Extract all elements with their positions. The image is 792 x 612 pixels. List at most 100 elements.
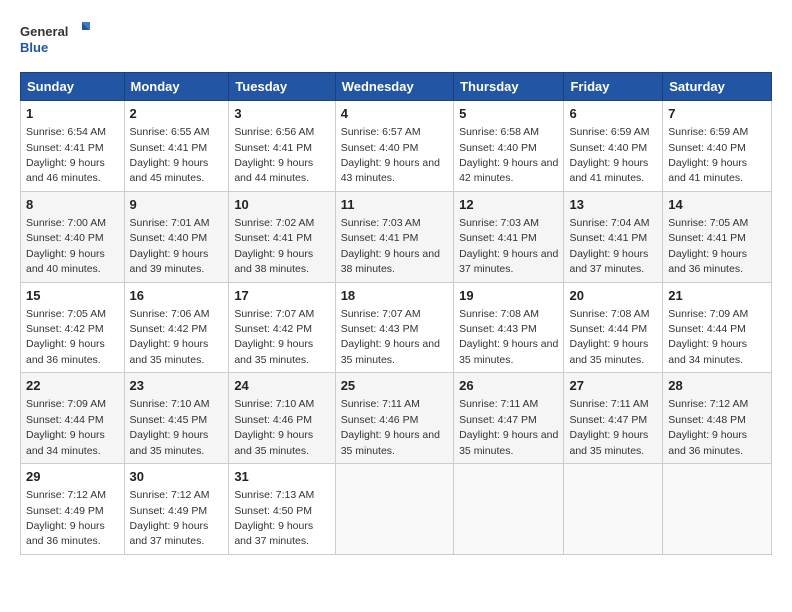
day-info: Sunrise: 7:13 AMSunset: 4:50 PMDaylight:… — [234, 489, 314, 547]
day-number: 2 — [130, 105, 224, 123]
calendar-week-row: 29 Sunrise: 7:12 AMSunset: 4:49 PMDayligh… — [21, 464, 772, 555]
calendar-cell: 18 Sunrise: 7:07 AMSunset: 4:43 PMDayligh… — [335, 282, 453, 373]
column-header-tuesday: Tuesday — [229, 73, 335, 101]
day-number: 1 — [26, 105, 119, 123]
calendar-week-row: 1 Sunrise: 6:54 AMSunset: 4:41 PMDaylight… — [21, 101, 772, 192]
calendar-cell: 26 Sunrise: 7:11 AMSunset: 4:47 PMDayligh… — [454, 373, 564, 464]
column-header-sunday: Sunday — [21, 73, 125, 101]
day-info: Sunrise: 7:00 AMSunset: 4:40 PMDaylight:… — [26, 217, 106, 275]
calendar-cell: 24 Sunrise: 7:10 AMSunset: 4:46 PMDayligh… — [229, 373, 335, 464]
calendar-cell: 4 Sunrise: 6:57 AMSunset: 4:40 PMDaylight… — [335, 101, 453, 192]
day-info: Sunrise: 7:07 AMSunset: 4:43 PMDaylight:… — [341, 308, 440, 366]
day-info: Sunrise: 7:11 AMSunset: 4:47 PMDaylight:… — [459, 398, 558, 456]
column-header-friday: Friday — [564, 73, 663, 101]
calendar-cell: 16Sunrise: 7:06 AMSunset: 4:42 PMDayligh… — [124, 282, 229, 373]
day-info: Sunrise: 7:11 AMSunset: 4:47 PMDaylight:… — [569, 398, 648, 456]
day-number: 4 — [341, 105, 448, 123]
calendar-cell: 6 Sunrise: 6:59 AMSunset: 4:40 PMDaylight… — [564, 101, 663, 192]
day-info: Sunrise: 7:04 AMSunset: 4:41 PMDaylight:… — [569, 217, 649, 275]
column-header-thursday: Thursday — [454, 73, 564, 101]
day-number: 17 — [234, 287, 329, 305]
day-info: Sunrise: 7:10 AMSunset: 4:46 PMDaylight:… — [234, 398, 314, 456]
calendar-table: SundayMondayTuesdayWednesdayThursdayFrid… — [20, 72, 772, 555]
day-info: Sunrise: 7:12 AMSunset: 4:48 PMDaylight:… — [668, 398, 748, 456]
calendar-cell: 23Sunrise: 7:10 AMSunset: 4:45 PMDayligh… — [124, 373, 229, 464]
column-header-wednesday: Wednesday — [335, 73, 453, 101]
day-number: 21 — [668, 287, 766, 305]
calendar-cell: 13 Sunrise: 7:04 AMSunset: 4:41 PMDayligh… — [564, 191, 663, 282]
day-info: Sunrise: 7:07 AMSunset: 4:42 PMDaylight:… — [234, 308, 314, 366]
day-number: 27 — [569, 377, 657, 395]
calendar-cell: 10 Sunrise: 7:02 AMSunset: 4:41 PMDayligh… — [229, 191, 335, 282]
day-info: Sunrise: 7:09 AMSunset: 4:44 PMDaylight:… — [26, 398, 106, 456]
day-number: 23 — [130, 377, 224, 395]
calendar-cell — [564, 464, 663, 555]
day-info: Sunrise: 6:59 AMSunset: 4:40 PMDaylight:… — [569, 126, 649, 184]
calendar-cell — [454, 464, 564, 555]
day-number: 8 — [26, 196, 119, 214]
calendar-cell: 22 Sunrise: 7:09 AMSunset: 4:44 PMDayligh… — [21, 373, 125, 464]
calendar-week-row: 8 Sunrise: 7:00 AMSunset: 4:40 PMDaylight… — [21, 191, 772, 282]
column-header-monday: Monday — [124, 73, 229, 101]
day-info: Sunrise: 7:03 AMSunset: 4:41 PMDaylight:… — [459, 217, 558, 275]
day-info: Sunrise: 6:57 AMSunset: 4:40 PMDaylight:… — [341, 126, 440, 184]
day-info: Sunrise: 6:56 AMSunset: 4:41 PMDaylight:… — [234, 126, 314, 184]
calendar-cell: 28Sunrise: 7:12 AMSunset: 4:48 PMDayligh… — [663, 373, 772, 464]
day-info: Sunrise: 7:12 AMSunset: 4:49 PMDaylight:… — [26, 489, 106, 547]
calendar-cell: 27 Sunrise: 7:11 AMSunset: 4:47 PMDayligh… — [564, 373, 663, 464]
day-info: Sunrise: 6:54 AMSunset: 4:41 PMDaylight:… — [26, 126, 106, 184]
day-info: Sunrise: 7:08 AMSunset: 4:44 PMDaylight:… — [569, 308, 649, 366]
calendar-cell: 17 Sunrise: 7:07 AMSunset: 4:42 PMDayligh… — [229, 282, 335, 373]
calendar-cell: 19 Sunrise: 7:08 AMSunset: 4:43 PMDayligh… — [454, 282, 564, 373]
column-header-saturday: Saturday — [663, 73, 772, 101]
logo: General Blue — [20, 20, 90, 62]
day-number: 24 — [234, 377, 329, 395]
day-number: 31 — [234, 468, 329, 486]
day-info: Sunrise: 6:55 AMSunset: 4:41 PMDaylight:… — [130, 126, 210, 184]
day-number: 7 — [668, 105, 766, 123]
day-number: 9 — [130, 196, 224, 214]
day-info: Sunrise: 7:08 AMSunset: 4:43 PMDaylight:… — [459, 308, 558, 366]
day-info: Sunrise: 7:01 AMSunset: 4:40 PMDaylight:… — [130, 217, 210, 275]
calendar-header-row: SundayMondayTuesdayWednesdayThursdayFrid… — [21, 73, 772, 101]
calendar-cell: 20Sunrise: 7:08 AMSunset: 4:44 PMDayligh… — [564, 282, 663, 373]
day-number: 22 — [26, 377, 119, 395]
day-number: 15 — [26, 287, 119, 305]
day-number: 30 — [130, 468, 224, 486]
calendar-cell: 29 Sunrise: 7:12 AMSunset: 4:49 PMDayligh… — [21, 464, 125, 555]
day-info: Sunrise: 6:58 AMSunset: 4:40 PMDaylight:… — [459, 126, 558, 184]
calendar-cell: 21 Sunrise: 7:09 AMSunset: 4:44 PMDayligh… — [663, 282, 772, 373]
day-number: 29 — [26, 468, 119, 486]
day-number: 18 — [341, 287, 448, 305]
calendar-cell: 11Sunrise: 7:03 AMSunset: 4:41 PMDayligh… — [335, 191, 453, 282]
day-number: 19 — [459, 287, 558, 305]
day-number: 14 — [668, 196, 766, 214]
svg-text:Blue: Blue — [20, 40, 48, 55]
day-info: Sunrise: 6:59 AMSunset: 4:40 PMDaylight:… — [668, 126, 748, 184]
calendar-week-row: 15 Sunrise: 7:05 AMSunset: 4:42 PMDayligh… — [21, 282, 772, 373]
calendar-cell: 2 Sunrise: 6:55 AMSunset: 4:41 PMDaylight… — [124, 101, 229, 192]
day-info: Sunrise: 7:03 AMSunset: 4:41 PMDaylight:… — [341, 217, 440, 275]
day-number: 6 — [569, 105, 657, 123]
calendar-cell: 25 Sunrise: 7:11 AMSunset: 4:46 PMDayligh… — [335, 373, 453, 464]
day-number: 13 — [569, 196, 657, 214]
day-info: Sunrise: 7:11 AMSunset: 4:46 PMDaylight:… — [341, 398, 440, 456]
page-header: General Blue — [20, 20, 772, 62]
calendar-cell: 1 Sunrise: 6:54 AMSunset: 4:41 PMDaylight… — [21, 101, 125, 192]
calendar-cell: 30Sunrise: 7:12 AMSunset: 4:49 PMDayligh… — [124, 464, 229, 555]
calendar-cell: 12 Sunrise: 7:03 AMSunset: 4:41 PMDayligh… — [454, 191, 564, 282]
day-number: 5 — [459, 105, 558, 123]
calendar-week-row: 22 Sunrise: 7:09 AMSunset: 4:44 PMDayligh… — [21, 373, 772, 464]
calendar-cell: 31 Sunrise: 7:13 AMSunset: 4:50 PMDayligh… — [229, 464, 335, 555]
day-number: 25 — [341, 377, 448, 395]
day-info: Sunrise: 7:09 AMSunset: 4:44 PMDaylight:… — [668, 308, 748, 366]
calendar-cell: 8 Sunrise: 7:00 AMSunset: 4:40 PMDaylight… — [21, 191, 125, 282]
day-info: Sunrise: 7:05 AMSunset: 4:42 PMDaylight:… — [26, 308, 106, 366]
day-number: 26 — [459, 377, 558, 395]
calendar-cell: 5 Sunrise: 6:58 AMSunset: 4:40 PMDaylight… — [454, 101, 564, 192]
calendar-cell: 15 Sunrise: 7:05 AMSunset: 4:42 PMDayligh… — [21, 282, 125, 373]
day-number: 12 — [459, 196, 558, 214]
day-number: 10 — [234, 196, 329, 214]
day-info: Sunrise: 7:02 AMSunset: 4:41 PMDaylight:… — [234, 217, 314, 275]
day-number: 16 — [130, 287, 224, 305]
